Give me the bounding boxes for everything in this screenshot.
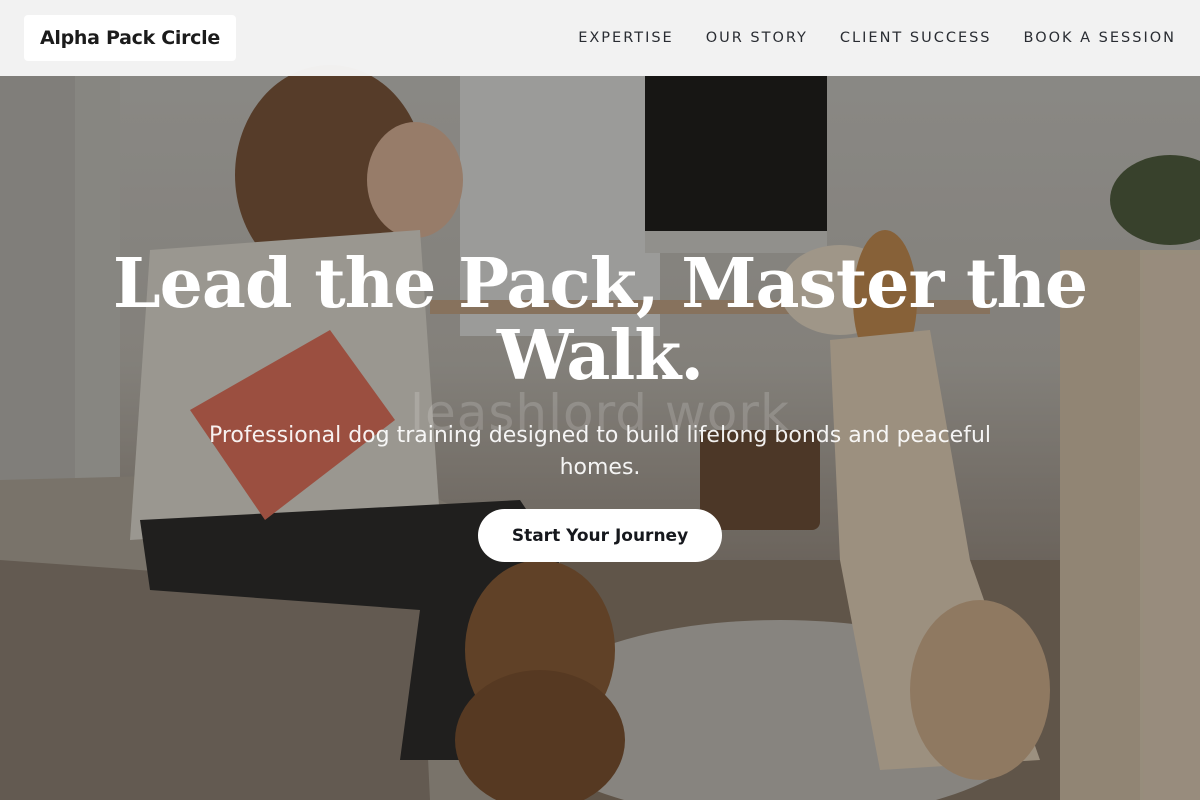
nav-link-client-success[interactable]: CLIENT SUCCESS <box>840 30 992 46</box>
main-navigation: EXPERTISE OUR STORY CLIENT SUCCESS BOOK … <box>578 30 1176 46</box>
nav-link-our-story[interactable]: OUR STORY <box>706 30 808 46</box>
hero-headline: Lead the Pack, Master the Walk. <box>112 244 1088 396</box>
brand-logo[interactable]: Alpha Pack Circle <box>24 15 236 61</box>
hero-subtitle: Professional dog training designed to bu… <box>208 423 992 480</box>
nav-link-expertise[interactable]: EXPERTISE <box>578 30 674 46</box>
nav-link-book-a-session[interactable]: BOOK A SESSION <box>1024 30 1176 46</box>
start-journey-button[interactable]: Start Your Journey <box>478 509 722 562</box>
site-header: Alpha Pack Circle EXPERTISE OUR STORY CL… <box>0 0 1200 76</box>
